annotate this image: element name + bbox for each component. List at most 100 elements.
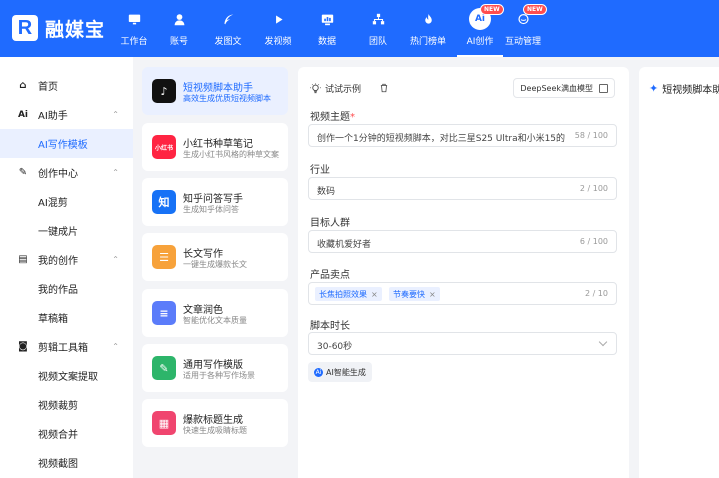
sidebar-item-ai-assistant[interactable]: Ai AI助手 ⌃ — [0, 100, 133, 129]
nav-post-article[interactable]: 发图文 — [214, 8, 242, 50]
sidebar-item-label: 视频合并 — [38, 430, 78, 441]
model-select-button[interactable]: DeepSeek满血模型 — [513, 78, 615, 98]
nav-post-video[interactable]: 发视频 — [265, 8, 292, 50]
chart-icon — [316, 8, 338, 30]
new-badge: NEW — [480, 4, 504, 15]
sidebar-item-my-works[interactable]: 我的作品 — [0, 274, 133, 303]
sidebar-item-label: AI写作模板 — [38, 140, 88, 151]
ai-generate-button[interactable]: Ai AI智能生成 — [308, 362, 372, 382]
template-desc: 适用于各种写作场景 — [183, 371, 255, 380]
sidebar-item-drafts[interactable]: 草稿箱 — [0, 303, 133, 332]
clear-button[interactable] — [376, 79, 392, 97]
nav-label: 账号 — [169, 37, 188, 47]
selling-points-label: 产品卖点 — [310, 270, 350, 281]
template-card-short-video-script[interactable]: ♪ 短视频脚本助手 高效生成优质短视频脚本 — [142, 67, 288, 115]
sidebar-item-video-merge[interactable]: 视频合并 — [0, 419, 133, 448]
selling-points-counter: 2 / 10 — [584, 289, 608, 298]
title-icon: ▦ — [152, 411, 176, 435]
sidebar-item-home[interactable]: ⌂ 首页 — [0, 71, 133, 100]
template-card-zhihu[interactable]: 知 知乎问答写手 生成知乎体问答 — [142, 178, 288, 226]
nav-ai-creation[interactable]: Ai NEW AI创作 — [457, 4, 504, 57]
nav-label: 发图文 — [214, 37, 242, 47]
document-icon: ▤ — [18, 254, 28, 265]
preview-panel: ✦ 短视频脚本助 — [639, 67, 719, 478]
sidebar-item-video-crop[interactable]: 视频裁剪 — [0, 390, 133, 419]
sidebar-item-label: 我的作品 — [38, 285, 78, 296]
sidebar-item-label: AI助手 — [38, 111, 68, 122]
lightbulb-icon — [310, 82, 321, 93]
top-bar: R 融媒宝 工作台 账号 发图文 发视频 数据 团队 热门榜单 Ai NEW A… — [0, 0, 719, 57]
industry-counter: 2 / 100 — [579, 184, 608, 193]
topic-counter: 58 / 100 — [574, 131, 608, 140]
brand[interactable]: R 融媒宝 — [12, 13, 105, 43]
sidebar-item-ai-writing-templates[interactable]: AI写作模板 — [0, 129, 133, 158]
tag-text: 长焦拍照效果 — [319, 289, 367, 299]
audience-counter: 6 / 100 — [579, 237, 608, 246]
new-badge: NEW — [523, 4, 547, 15]
sidebar-item-edit-toolbox[interactable]: ◙ 剪辑工具箱 ⌃ — [0, 332, 133, 361]
sidebar-item-one-click-video[interactable]: 一键成片 — [0, 216, 133, 245]
industry-value: 数码 — [317, 187, 336, 197]
zhihu-icon: 知 — [152, 190, 176, 214]
close-icon[interactable]: × — [429, 290, 436, 299]
industry-label: 行业 — [310, 165, 330, 176]
nav-label: 热门榜单 — [410, 37, 447, 47]
template-card-general-writing[interactable]: ✎ 通用写作模版 适用于各种写作场景 — [142, 344, 288, 392]
required-mark: * — [350, 112, 355, 123]
sidebar-item-label: 草稿箱 — [38, 314, 68, 325]
template-card-title-generator[interactable]: ▦ 爆款标题生成 快速生成吸睛标题 — [142, 399, 288, 447]
nav-dashboard[interactable]: 工作台 — [120, 8, 148, 50]
sidebar-item-ai-mix[interactable]: AI混剪 — [0, 187, 133, 216]
audience-label: 目标人群 — [310, 218, 350, 229]
duration-value: 30-60秒 — [317, 342, 353, 352]
form-toolbar: 试试示例 DeepSeek满血模型 — [298, 77, 629, 99]
sidebar-item-my-creations[interactable]: ▤ 我的创作 ⌃ — [0, 245, 133, 274]
sidebar-item-video-text-extract[interactable]: 视频文案提取 — [0, 361, 133, 390]
industry-input[interactable]: 数码 2 / 100 — [308, 177, 617, 200]
nav-interaction[interactable]: NEW 互动管理 — [505, 4, 547, 50]
topic-value: 创作一个1分钟的短视频脚本，对比三星S25 Ultra和小米15的 — [317, 134, 566, 144]
topic-label: 视频主题* — [310, 108, 355, 123]
sidebar: ⌂ 首页 Ai AI助手 ⌃ AI写作模板 ✎ 创作中心 ⌃ AI混剪 一键成片… — [0, 57, 133, 478]
chevron-down-icon — [598, 337, 608, 347]
model-switch-icon — [599, 83, 608, 93]
sidebar-item-label: 一键成片 — [38, 227, 78, 238]
template-card-long-article[interactable]: ☰ 长文写作 一键生成爆款长文 — [142, 233, 288, 281]
toolbox-icon: ◙ — [18, 341, 28, 352]
nav-account[interactable]: 账号 — [167, 8, 191, 50]
nav-data[interactable]: 数据 — [317, 8, 337, 50]
ai-icon: Ai — [17, 109, 29, 120]
audience-value: 收藏机爱好者 — [317, 240, 372, 250]
brand-name: 融媒宝 — [45, 18, 106, 41]
pen-icon: ✎ — [18, 167, 28, 178]
try-example-button[interactable]: 试试示例 — [310, 79, 361, 97]
template-title: 短视频脚本助手 — [183, 83, 253, 94]
xiaohongshu-icon: 小红书 — [152, 135, 176, 159]
nav-hot-list[interactable]: 热门榜单 — [410, 8, 447, 50]
template-card-polish[interactable]: ≡ 文章润色 智能优化文本质量 — [142, 289, 288, 337]
user-icon — [168, 8, 190, 30]
topic-label-text: 视频主题 — [310, 112, 350, 123]
template-desc: 高效生成优质短视频脚本 — [183, 94, 271, 103]
close-icon[interactable]: × — [371, 290, 378, 299]
selling-point-tag: 长焦拍照效果 × — [315, 287, 382, 301]
template-card-xiaohongshu[interactable]: 小红书 小红书种草笔记 生成小红书风格的种草文案 — [142, 123, 288, 171]
topic-input[interactable]: 创作一个1分钟的短视频脚本，对比三星S25 Ultra和小米15的 58 / 1… — [308, 124, 617, 147]
audience-input[interactable]: 收藏机爱好者 6 / 100 — [308, 230, 617, 253]
sidebar-item-label: 首页 — [38, 82, 58, 93]
chevron-up-icon: ⌃ — [112, 342, 119, 351]
monitor-icon — [123, 8, 145, 30]
nav-team[interactable]: 团队 — [368, 8, 388, 50]
sidebar-item-creation-center[interactable]: ✎ 创作中心 ⌃ — [0, 158, 133, 187]
nav-label: 工作台 — [120, 37, 148, 47]
template-desc: 生成小红书风格的种草文案 — [183, 150, 279, 159]
nav-label: 团队 — [368, 37, 387, 47]
sidebar-item-video-screenshot[interactable]: 视频截图 — [0, 448, 133, 477]
sidebar-item-label: 我的创作 — [38, 256, 78, 267]
selling-points-input[interactable]: 长焦拍照效果 × 节奏要快 × 2 / 10 — [308, 282, 617, 305]
sparkle-icon: ✦ — [649, 82, 659, 95]
tag-text: 节奏要快 — [393, 289, 425, 299]
duration-select[interactable]: 30-60秒 — [308, 332, 617, 355]
polish-icon: ≡ — [152, 301, 176, 325]
ai-icon: Ai — [314, 367, 323, 377]
